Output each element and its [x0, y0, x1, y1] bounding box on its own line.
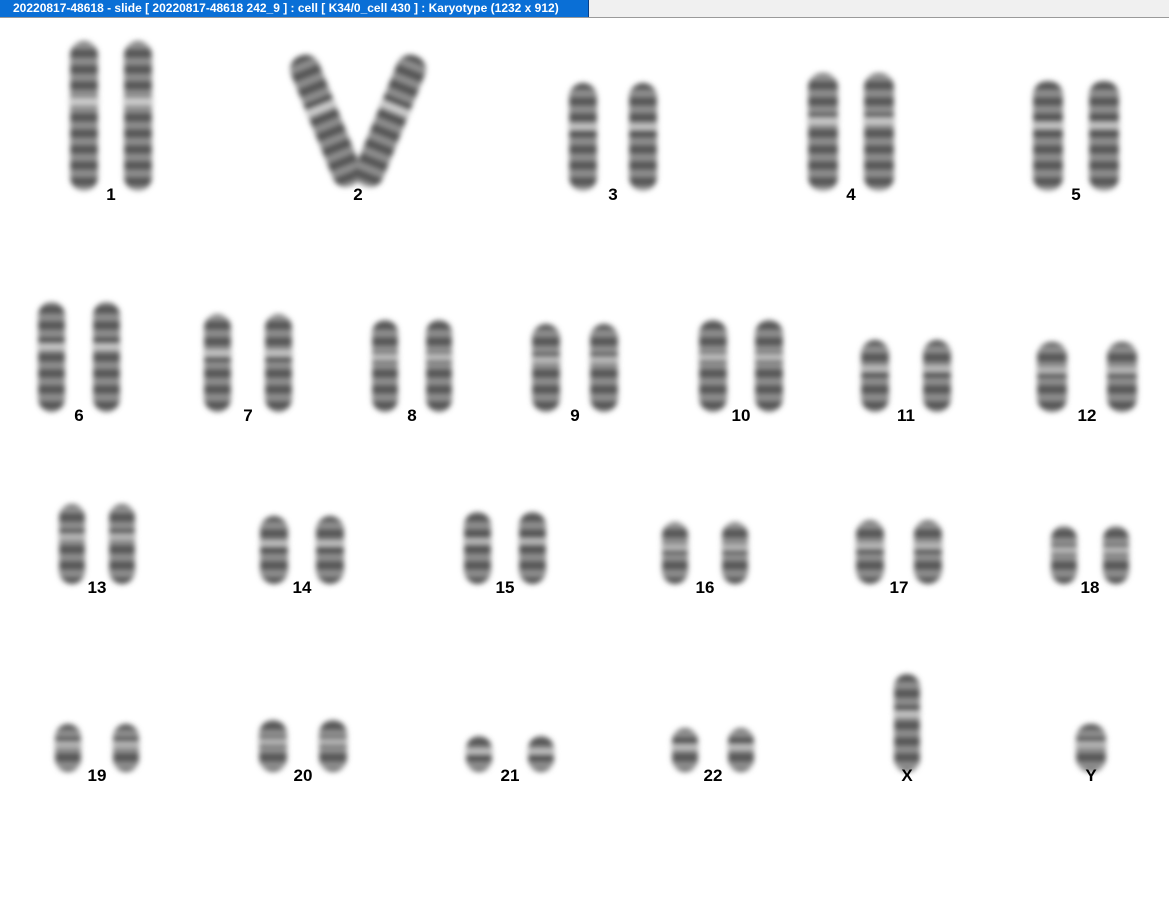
- chromosome-20-b: [318, 720, 348, 772]
- chromosome-image: [37, 41, 1138, 772]
- chromosome-11-a: [860, 340, 890, 412]
- chromosome-12-b: [1106, 342, 1138, 412]
- chromosome-18-a: [1050, 526, 1078, 584]
- chromosome-label-8: 8: [407, 406, 417, 425]
- chromosome-Y: [1075, 724, 1107, 772]
- chromosome-1-b: [123, 41, 153, 191]
- chromosome-10-b: [754, 320, 784, 412]
- chromosome-label-11: 11: [897, 406, 915, 425]
- chromosome-8-a: [371, 320, 399, 412]
- window-title-bar: 20220817-48618 - slide [ 20220817-48618 …: [0, 0, 1169, 18]
- chromosome-label-10: 10: [731, 406, 751, 425]
- chromosome-2-b: [354, 54, 426, 188]
- chromosome-6-a: [37, 302, 66, 412]
- chromosome-1-a: [69, 41, 99, 191]
- chromosome-13-a: [58, 504, 86, 584]
- chromosome-10-a: [698, 320, 728, 412]
- chromosome-label-9: 9: [570, 406, 580, 425]
- chromosome-label-7: 7: [243, 406, 253, 425]
- chromosome-6-b: [92, 302, 121, 412]
- chromosome-14-a: [259, 516, 289, 584]
- chromosome-7-b: [264, 314, 293, 412]
- chromosome-17-b: [913, 520, 943, 584]
- chromosome-20-a: [258, 720, 288, 772]
- chromosome-5-b: [1088, 81, 1120, 191]
- chromosome-label-4: 4: [846, 185, 856, 204]
- chromosome-3-b: [628, 83, 658, 191]
- chromosome-19-a: [54, 724, 82, 772]
- chromosome-7-a: [203, 314, 232, 412]
- chromosome-label-y: Y: [1085, 766, 1097, 785]
- chromosome-16-b: [721, 522, 749, 584]
- chromosome-label-14: 14: [292, 578, 312, 597]
- chromosome-label-13: 13: [87, 578, 107, 597]
- chromosome-17-a: [855, 520, 885, 584]
- chromosome-13-b: [108, 504, 136, 584]
- chromosome-19-b: [112, 724, 140, 772]
- chromosome-4-a: [807, 73, 839, 191]
- chromosome-label-12: 12: [1077, 406, 1097, 425]
- chromosome-label-2: 2: [353, 185, 363, 204]
- chromosome-label-17: 17: [889, 578, 909, 597]
- chromosome-15-a: [463, 512, 492, 584]
- chromosome-9-b: [589, 324, 619, 412]
- chromosome-5-a: [1032, 81, 1064, 191]
- chromosome-label-19: 19: [87, 766, 107, 785]
- chromosome-label-5: 5: [1071, 185, 1081, 204]
- chromosome-label-16: 16: [695, 578, 715, 597]
- chromosome-X: [893, 674, 921, 772]
- chromosome-label-3: 3: [608, 185, 618, 204]
- chromosome-11-b: [922, 340, 952, 412]
- chromosome-22-a: [671, 728, 699, 772]
- chromosome-label-18: 18: [1080, 578, 1100, 597]
- chromosome-12-a: [1036, 342, 1068, 412]
- chromosome-16-a: [661, 522, 689, 584]
- karyotype-panel: 1 2 3 4 5 6 7 8 9 10 11 12 13 14 15 16 17 18 19 20 21 22 X Y: [0, 19, 1169, 900]
- chromosome-label-20: 20: [293, 766, 313, 785]
- chromosome-3-a: [568, 83, 598, 191]
- window-title[interactable]: 20220817-48618 - slide [ 20220817-48618 …: [0, 0, 589, 17]
- chromosome-18-b: [1102, 526, 1130, 584]
- chromosome-8-b: [425, 320, 453, 412]
- chromosome-label-x: X: [901, 766, 913, 785]
- chromosome-label-15: 15: [495, 578, 515, 597]
- chromosome-4-b: [863, 73, 895, 191]
- chromosome-label-6: 6: [74, 406, 84, 425]
- chromosome-label-21: 21: [500, 766, 520, 785]
- chromosome-22-b: [727, 728, 755, 772]
- chromosome-label-1: 1: [106, 185, 116, 204]
- chromosome-9-a: [531, 324, 561, 412]
- chromosome-14-b: [315, 516, 345, 584]
- chromosome-15-b: [518, 512, 547, 584]
- chromosome-label-22: 22: [703, 766, 723, 785]
